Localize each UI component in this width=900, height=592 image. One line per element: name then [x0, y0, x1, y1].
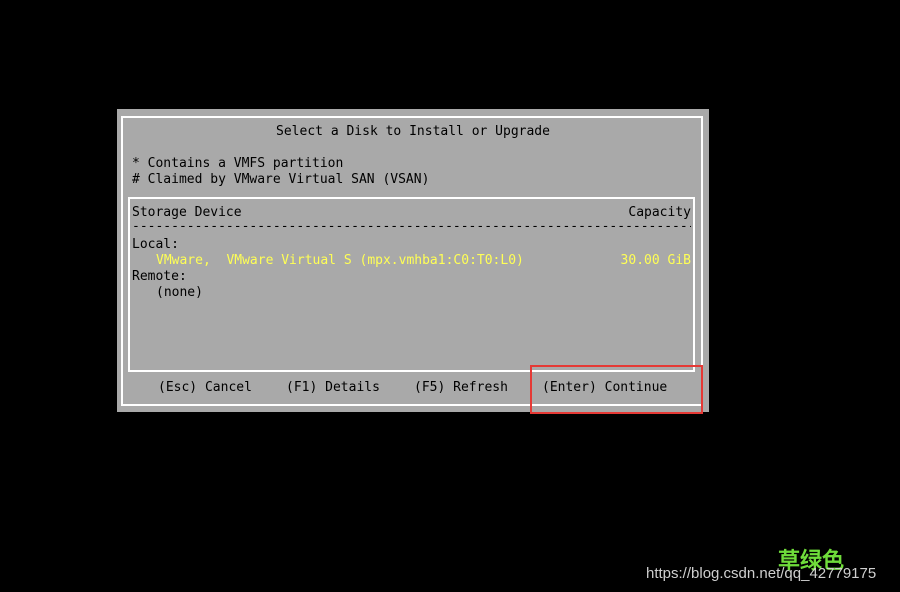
group-label-remote: Remote:: [132, 269, 187, 284]
dialog-title: Select a Disk to Install or Upgrade: [276, 124, 550, 139]
continue-highlight-box: [530, 365, 703, 414]
remote-none: (none): [156, 285, 203, 300]
group-label-local: Local:: [132, 237, 179, 252]
disk-capacity: 30.00 GiB: [620, 253, 691, 268]
disk-list[interactable]: Storage Device Capacity ----------------…: [128, 197, 695, 372]
details-button[interactable]: (F1) Details: [286, 380, 380, 396]
legend-vsan: # Claimed by VMware Virtual SAN (VSAN): [132, 172, 430, 187]
header-separator: ----------------------------------------…: [132, 219, 691, 234]
legend-vmfs: * Contains a VMFS partition: [132, 156, 344, 171]
refresh-button[interactable]: (F5) Refresh: [414, 380, 508, 396]
watermark-url: https://blog.csdn.net/qq_42779175: [646, 565, 877, 582]
cancel-button[interactable]: (Esc) Cancel: [158, 380, 252, 396]
console-screen: Select a Disk to Install or Upgrade * Co…: [0, 0, 900, 592]
disk-device-name: VMware, VMware Virtual S (mpx.vmhba1:C0:…: [156, 253, 524, 268]
